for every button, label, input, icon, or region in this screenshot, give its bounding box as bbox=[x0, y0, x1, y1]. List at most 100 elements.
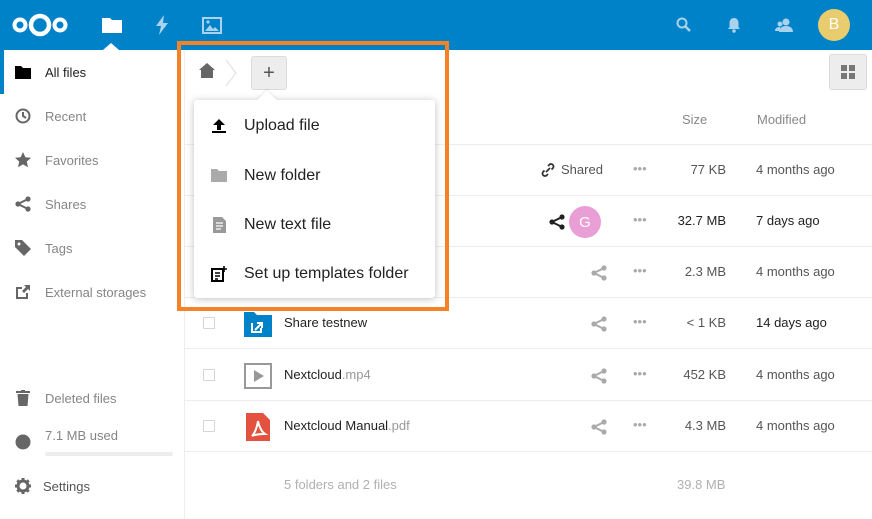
sharee-avatar[interactable]: G bbox=[569, 206, 601, 238]
file-modified: 7 days ago bbox=[756, 213, 820, 228]
breadcrumb-separator bbox=[225, 59, 237, 87]
more-actions-button[interactable]: ••• bbox=[633, 417, 647, 432]
file-modified: 14 days ago bbox=[756, 315, 827, 330]
file-table-summary: 5 folders and 2 files 39.8 MB bbox=[185, 455, 872, 515]
share-icon[interactable] bbox=[585, 417, 607, 437]
sidebar-item-settings[interactable]: Settings bbox=[0, 464, 184, 508]
sidebar-item-deleted-files[interactable]: Deleted files bbox=[0, 376, 184, 420]
menu-item-upload-file[interactable]: Upload file bbox=[194, 101, 435, 150]
home-icon[interactable] bbox=[199, 63, 215, 81]
file-basename: Share testnew bbox=[284, 315, 368, 330]
search-icon[interactable] bbox=[672, 13, 696, 37]
quota-progress-bar bbox=[45, 452, 173, 456]
lightning-icon[interactable] bbox=[150, 13, 174, 37]
menu-item-label: Set up templates folder bbox=[244, 264, 409, 282]
file-size: 2.3 MB bbox=[684, 264, 726, 279]
clock-icon bbox=[14, 107, 32, 125]
sidebar-item-label: Recent bbox=[45, 108, 87, 124]
file-size: 32.7 MB bbox=[677, 213, 726, 228]
share-icon[interactable] bbox=[585, 263, 607, 283]
file-row[interactable]: Share testnew ••• < 1 KB 14 days ago bbox=[185, 298, 872, 349]
bell-icon[interactable] bbox=[722, 13, 746, 37]
pdf-file-icon bbox=[243, 412, 273, 442]
more-actions-button[interactable]: ••• bbox=[633, 263, 647, 278]
link-icon bbox=[541, 162, 555, 177]
file-basename: Nextcloud bbox=[284, 367, 342, 382]
sidebar-item-all-files[interactable]: All files bbox=[0, 50, 184, 94]
menu-item-label: Upload file bbox=[244, 116, 320, 134]
share-icon[interactable] bbox=[543, 212, 565, 232]
trash-icon bbox=[14, 389, 32, 407]
text-file-icon bbox=[210, 216, 228, 234]
sidebar-item-label: Shares bbox=[45, 196, 87, 212]
column-header-size[interactable]: Size bbox=[682, 112, 707, 127]
sidebar-item-label: All files bbox=[45, 64, 87, 80]
more-actions-button[interactable]: ••• bbox=[633, 212, 647, 227]
more-actions-button[interactable]: ••• bbox=[633, 366, 647, 381]
shared-folder-icon bbox=[243, 309, 273, 339]
tag-icon bbox=[14, 239, 32, 257]
active-app-indicator bbox=[103, 43, 119, 50]
folder-icon bbox=[210, 167, 228, 185]
sidebar-item-tags[interactable]: Tags bbox=[0, 226, 184, 270]
summary-count: 5 folders and 2 files bbox=[284, 477, 397, 492]
share-icon[interactable] bbox=[585, 366, 607, 386]
summary-total-size: 39.8 MB bbox=[677, 477, 726, 492]
share-icon[interactable] bbox=[585, 314, 607, 334]
menu-item-new-text-file[interactable]: New text file bbox=[194, 200, 435, 249]
new-button[interactable]: + bbox=[251, 56, 287, 90]
menu-item-new-folder[interactable]: New folder bbox=[194, 151, 435, 200]
folder-icon bbox=[14, 63, 32, 81]
more-actions-button[interactable]: ••• bbox=[633, 161, 647, 176]
file-row[interactable]: Nextcloud Manual.pdf ••• 4.3 MB 4 months… bbox=[185, 401, 872, 452]
shared-link-indicator[interactable]: Shared bbox=[541, 162, 603, 177]
sidebar-item-label: Deleted files bbox=[45, 390, 117, 406]
template-icon bbox=[210, 265, 228, 283]
sidebar-item-recent[interactable]: Recent bbox=[0, 94, 184, 138]
more-actions-button[interactable]: ••• bbox=[633, 314, 647, 329]
file-size: 452 KB bbox=[683, 367, 726, 382]
file-name[interactable]: Share testnew bbox=[284, 315, 367, 330]
star-icon bbox=[14, 151, 32, 169]
sidebar-item-label: Tags bbox=[45, 240, 73, 256]
user-avatar[interactable]: B bbox=[818, 9, 850, 41]
files-app-icon[interactable] bbox=[100, 13, 124, 37]
file-extension: .mp4 bbox=[341, 367, 371, 382]
row-checkbox[interactable] bbox=[203, 317, 215, 329]
row-checkbox[interactable] bbox=[203, 420, 215, 432]
image-icon[interactable] bbox=[200, 13, 224, 37]
file-extension: .pdf bbox=[388, 418, 410, 433]
file-modified: 4 months ago bbox=[756, 418, 835, 433]
video-file-icon bbox=[243, 361, 273, 391]
plus-icon: + bbox=[263, 61, 275, 84]
top-header: B bbox=[0, 0, 872, 50]
menu-item-label: New text file bbox=[244, 215, 332, 233]
file-row[interactable]: Nextcloud.mp4 ••• 452 KB 4 months ago bbox=[185, 350, 872, 401]
pie-chart-icon bbox=[14, 433, 32, 451]
file-name[interactable]: Nextcloud.mp4 bbox=[284, 367, 371, 382]
file-basename: Nextcloud Manual bbox=[284, 418, 389, 433]
file-modified: 4 months ago bbox=[756, 162, 835, 177]
row-checkbox[interactable] bbox=[203, 369, 215, 381]
file-size: 77 KB bbox=[690, 162, 726, 177]
file-modified: 4 months ago bbox=[756, 367, 835, 382]
sidebar: All files Recent Favorites Shares Tags E… bbox=[0, 50, 185, 519]
grid-icon bbox=[841, 65, 855, 79]
menu-item-templates-folder[interactable]: Set up templates folder bbox=[194, 249, 435, 298]
file-name[interactable]: Nextcloud Manual.pdf bbox=[284, 418, 410, 433]
sidebar-item-label: External storages bbox=[45, 284, 147, 300]
sidebar-item-label: Settings bbox=[43, 478, 90, 494]
upload-icon bbox=[210, 117, 228, 135]
column-header-modified[interactable]: Modified bbox=[757, 112, 806, 127]
nextcloud-logo[interactable] bbox=[12, 12, 68, 38]
menu-item-label: New folder bbox=[244, 166, 321, 184]
contacts-icon[interactable] bbox=[772, 13, 796, 37]
file-size: 4.3 MB bbox=[684, 418, 726, 433]
sidebar-item-external-storages[interactable]: External storages bbox=[0, 270, 184, 314]
gear-icon bbox=[14, 477, 32, 495]
sidebar-item-favorites[interactable]: Favorites bbox=[0, 138, 184, 182]
sidebar-item-shares[interactable]: Shares bbox=[0, 182, 184, 226]
quota-label: 7.1 MB used bbox=[45, 428, 118, 443]
external-link-icon bbox=[14, 283, 32, 301]
grid-view-toggle[interactable] bbox=[829, 54, 867, 90]
